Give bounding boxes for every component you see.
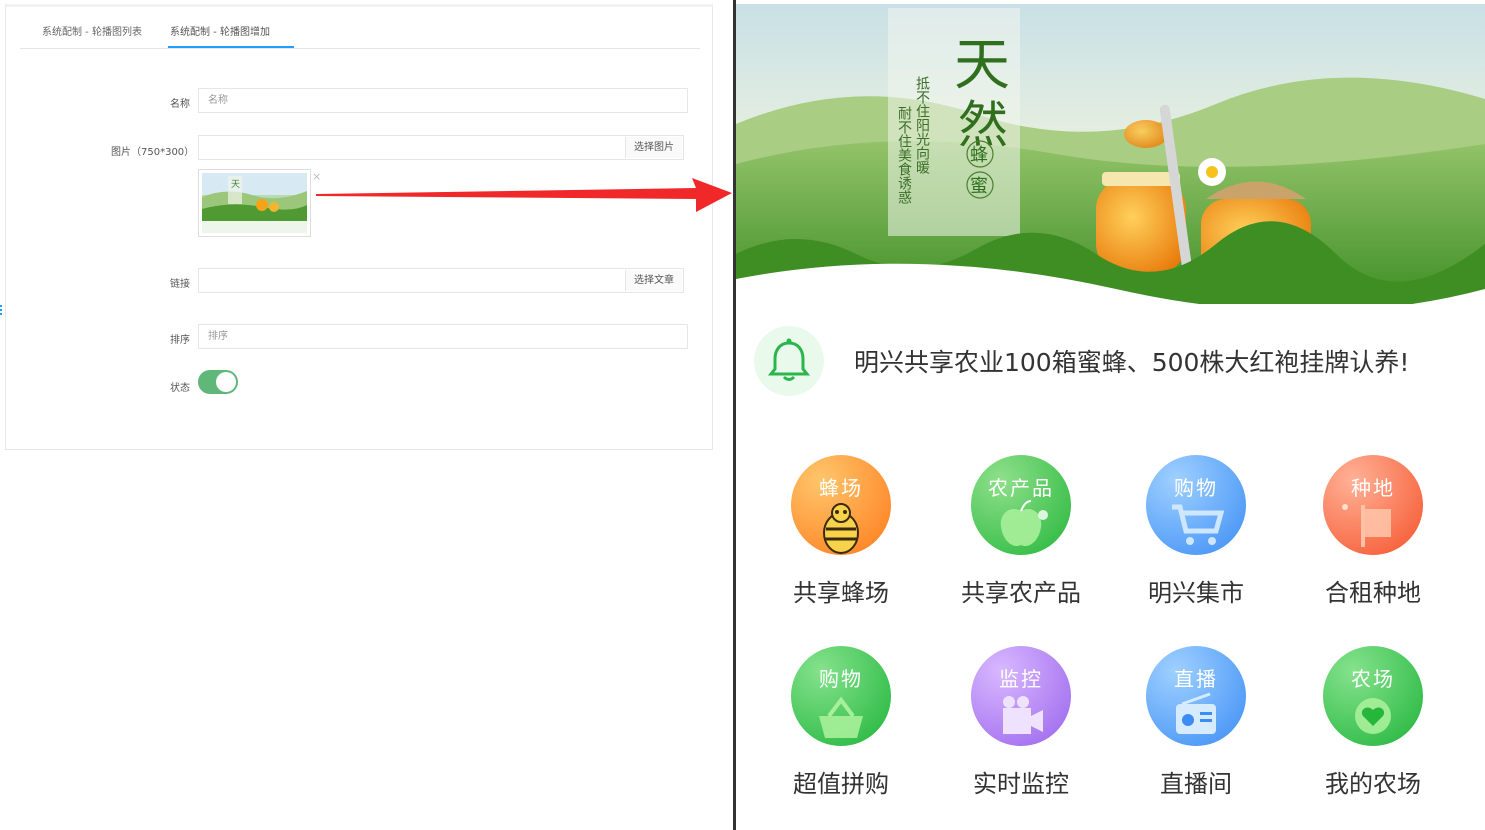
announcement-text: 明兴共享农业100箱蜜蜂、500株大红袍挂牌认养! — [854, 348, 1410, 377]
sort-label: 排序 — [170, 335, 190, 346]
radio-icon — [1176, 692, 1216, 734]
banner-subtitle-2: 蜜 — [970, 176, 988, 197]
heart-icon — [1355, 698, 1391, 734]
menu-label: 明兴集市 — [1148, 579, 1244, 607]
apple-icon — [1000, 500, 1048, 547]
banner-poem-2: 耐不住美食诱惑 — [896, 106, 912, 204]
sort-input[interactable]: 排序 — [198, 324, 688, 349]
menu-item-6[interactable]: 监控 实时监控 — [936, 646, 1106, 816]
status-toggle[interactable] — [198, 370, 238, 394]
basket-icon — [819, 696, 863, 738]
image-label: 图片（750*300） — [111, 147, 195, 158]
image-path-input[interactable]: 选择图片 — [198, 135, 684, 160]
image-thumbnail: 天 — [198, 169, 311, 237]
choose-article-button[interactable]: 选择文章 — [625, 270, 682, 291]
thumbnail-banner-image: 天 — [202, 173, 307, 233]
status-label: 状态 — [170, 383, 190, 394]
menu-item-4[interactable]: 种地 合租种地 — [1288, 455, 1458, 625]
tab-carousel-list[interactable]: 系统配制 - 轮播图列表 — [42, 23, 142, 38]
banner-image: 天 然 蜂 蜜 抵不住阳光向暖 耐不住美食诱惑 — [736, 4, 1485, 304]
menu-icon-circle[interactable]: 直播 — [1146, 646, 1246, 746]
banner-subtitle-1: 蜂 — [970, 145, 988, 166]
menu-icon-circle[interactable]: 监控 — [971, 646, 1071, 746]
menu-item-8[interactable]: 农场 我的农场 — [1288, 646, 1458, 816]
menu-label: 超值拼购 — [793, 770, 889, 798]
bee-icon — [823, 503, 859, 554]
menu-label: 共享蜂场 — [793, 579, 889, 607]
menu-item-5[interactable]: 购物 超值拼购 — [756, 646, 926, 816]
menu-label: 共享农产品 — [961, 579, 1081, 607]
link-input[interactable]: 选择文章 — [198, 268, 684, 293]
honey-banner[interactable]: 天 然 蜂 蜜 抵不住阳光向暖 耐不住美食诱惑 — [736, 4, 1485, 304]
resize-handle[interactable] — [0, 303, 3, 321]
announcement-bar[interactable]: 明兴共享农业100箱蜜蜂、500株大红袍挂牌认养! — [754, 326, 1474, 396]
camera-icon — [1003, 696, 1043, 734]
menu-item-1[interactable]: 蜂场 共享蜂场 — [756, 455, 926, 625]
tab-bar: 系统配制 - 轮播图列表 系统配制 - 轮播图增加 — [20, 11, 700, 49]
tab-carousel-add[interactable]: 系统配制 - 轮播图增加 — [170, 23, 270, 38]
name-input[interactable]: 名称 — [198, 88, 688, 113]
menu-item-3[interactable]: 购物 明兴集市 — [1111, 455, 1281, 625]
menu-item-2[interactable]: 农产品 共享农产品 — [936, 455, 1106, 625]
menu-icon-circle[interactable]: 购物 — [791, 646, 891, 746]
svg-text:天: 天 — [231, 180, 240, 190]
menu-icon-circle[interactable]: 种地 — [1323, 455, 1423, 555]
menu-icon-circle[interactable]: 农场 — [1323, 646, 1423, 746]
menu-item-7[interactable]: 直播 直播间 — [1111, 646, 1281, 816]
name-label: 名称 — [170, 99, 190, 110]
menu-label: 直播间 — [1160, 770, 1232, 798]
toggle-knob — [216, 372, 236, 392]
carousel-admin-panel: 系统配制 - 轮播图列表 系统配制 - 轮播图增加 名称 名称 图片（750*3… — [5, 4, 713, 450]
active-tab-indicator — [168, 46, 294, 48]
remove-image-icon[interactable]: × — [312, 170, 321, 183]
flag-icon — [1342, 504, 1391, 547]
menu-icon-circle[interactable]: 蜂场 — [791, 455, 891, 555]
menu-label: 实时监控 — [973, 770, 1069, 798]
menu-icon-circle[interactable]: 购物 — [1146, 455, 1246, 555]
link-label: 链接 — [170, 279, 190, 290]
bell-icon — [754, 326, 824, 396]
menu-icon-circle[interactable]: 农产品 — [971, 455, 1071, 555]
cart-icon — [1172, 504, 1225, 545]
mobile-app-preview: 天 然 蜂 蜜 抵不住阳光向暖 耐不住美食诱惑 明兴共享农业100箱蜜蜂、500… — [736, 0, 1485, 830]
banner-title-1: 天 — [954, 33, 1010, 98]
banner-poem-1: 抵不住阳光向暖 — [914, 76, 930, 174]
choose-image-button[interactable]: 选择图片 — [625, 137, 682, 158]
menu-label: 我的农场 — [1325, 770, 1421, 798]
menu-label: 合租种地 — [1325, 579, 1421, 607]
